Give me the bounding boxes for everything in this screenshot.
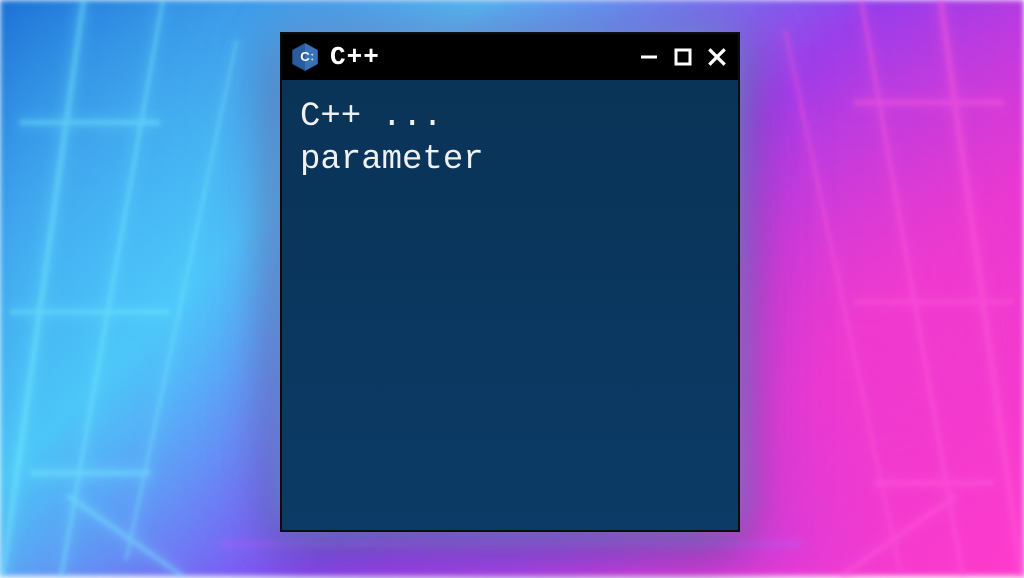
minimize-button[interactable] [638,46,660,68]
terminal-text: C++ ... parameter [300,98,484,179]
svg-text:+: + [311,53,314,58]
window-titlebar[interactable]: C + + C++ [282,34,738,80]
svg-text:C: C [300,49,310,64]
svg-text:+: + [311,58,314,63]
maximize-button[interactable] [672,46,694,68]
window-title: C++ [330,42,628,72]
cpp-hex-icon: C + + [290,42,320,72]
terminal-window: C + + C++ C++ ... parameter [280,32,740,532]
close-button[interactable] [706,46,728,68]
terminal-content[interactable]: C++ ... parameter [282,80,738,530]
window-controls [638,46,728,68]
